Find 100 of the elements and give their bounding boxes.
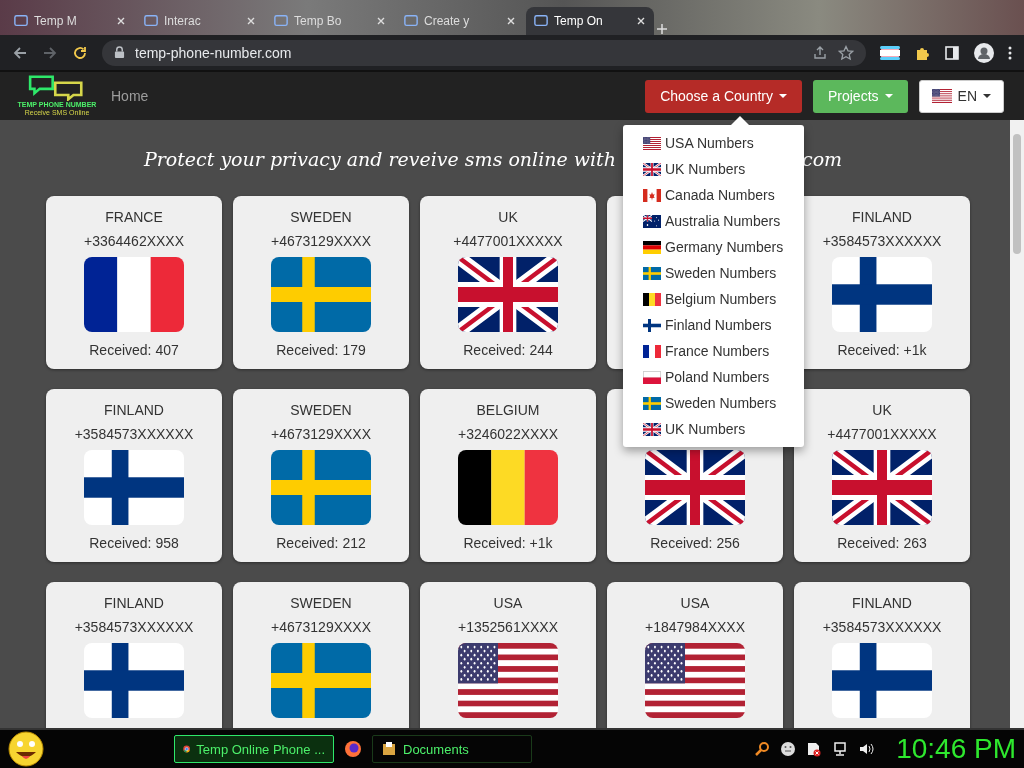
start-button-icon[interactable]	[8, 731, 44, 767]
close-icon[interactable]	[116, 16, 126, 26]
number-card[interactable]: SWEDEN +4673129XXXX	[233, 582, 409, 728]
country-name: UK	[872, 401, 892, 420]
country-name: FINLAND	[104, 594, 164, 613]
flag-icon	[643, 240, 661, 254]
new-tab-icon[interactable]	[656, 23, 668, 35]
received-count: Received: +1k	[837, 341, 927, 360]
country-name: SWEDEN	[290, 208, 352, 227]
back-icon[interactable]	[12, 44, 28, 61]
country-name: USA	[680, 594, 710, 613]
headline-text: com	[802, 148, 843, 170]
search-icon[interactable]	[754, 741, 771, 757]
country-name: BELGIUM	[476, 401, 540, 420]
country-name: SWEDEN	[290, 594, 352, 613]
country-name: SWEDEN	[290, 401, 352, 420]
browser-tab[interactable]: Create y	[396, 7, 524, 35]
clock-text: 10:46 PM	[896, 733, 1016, 765]
phone-number: +4673129XXXX	[271, 232, 371, 251]
flag-icon	[643, 162, 661, 176]
country-name: USA	[493, 594, 523, 613]
close-icon[interactable]	[636, 16, 646, 26]
caret-icon	[983, 94, 991, 98]
phone-number: +4477001XXXXX	[453, 232, 563, 251]
tab-favicon-icon	[14, 14, 28, 28]
tab-favicon-icon	[534, 14, 548, 28]
country-name: FINLAND	[104, 401, 164, 420]
country-name: FINLAND	[852, 594, 912, 613]
country-name: FINLAND	[852, 208, 912, 227]
flag-icon	[643, 136, 661, 150]
received-count: Received: 256	[650, 534, 740, 553]
headline-text: Protect your privacy and reveive sms online with	[142, 148, 616, 170]
received-count: Received: 244	[463, 341, 553, 360]
phone-number: +3364462XXXX	[84, 232, 184, 251]
scrollbar-thumb[interactable]	[1013, 134, 1021, 254]
address-bar[interactable]: temp-phone-number.com	[102, 39, 866, 66]
scrollbar[interactable]	[1010, 120, 1024, 728]
network-icon[interactable]	[832, 741, 849, 757]
number-card[interactable]: FINLAND +3584573XXXXXX Received: 958	[46, 389, 222, 562]
received-count: Received: 958	[89, 534, 179, 553]
number-card[interactable]: FINLAND +3584573XXXXXX	[46, 582, 222, 728]
country-name: UK	[498, 208, 518, 227]
flag-alert-icon[interactable]	[806, 741, 823, 757]
country-menu-item[interactable]: USA Numbers	[623, 130, 804, 156]
phone-number: +4673129XXXX	[271, 618, 371, 637]
flag-icon	[643, 292, 661, 306]
received-count: Received: 263	[837, 534, 927, 553]
phone-number: +3584573XXXXXX	[74, 618, 194, 637]
number-card[interactable]: USA +1352561XXXX	[420, 582, 596, 728]
tab-title: Create y	[424, 14, 471, 28]
choose-country-button[interactable]: Choose a Country	[645, 79, 802, 113]
tab-title: Interac	[164, 14, 202, 28]
home-link[interactable]: Home	[111, 88, 149, 104]
number-card[interactable]: SWEDEN +4673129XXXX Received: 179	[233, 196, 409, 369]
browser-tab[interactable]: Interac	[136, 7, 264, 35]
country-menu-item[interactable]: UK Numbers	[623, 156, 804, 182]
side-panel-icon[interactable]	[944, 44, 960, 61]
tab-title: Temp On	[554, 14, 604, 28]
browser-tab[interactable]: Temp On	[526, 7, 654, 35]
tab-title: Temp M	[34, 14, 78, 28]
caret-icon	[778, 94, 787, 98]
tab-favicon-icon	[144, 14, 158, 28]
flag-icon	[643, 370, 661, 384]
star-icon[interactable]	[838, 44, 854, 61]
lock-icon	[114, 46, 125, 59]
number-card[interactable]: FRANCE +3364462XXXX Received: 407	[46, 196, 222, 369]
number-card[interactable]: USA +1847984XXXX	[607, 582, 783, 728]
documents-icon	[381, 741, 397, 757]
number-card[interactable]: UK +4477001XXXXX Received: 263	[794, 389, 970, 562]
flag-icon	[643, 266, 661, 280]
firefox-icon[interactable]	[344, 740, 362, 758]
phone-number: +3584573XXXXXX	[822, 618, 942, 637]
number-card[interactable]: BELGIUM +3246022XXXX Received: +1k	[420, 389, 596, 562]
received-count: Received: 179	[276, 341, 366, 360]
menu-icon[interactable]	[1008, 44, 1012, 61]
profile-avatar-icon[interactable]	[974, 42, 994, 63]
flag-icon	[643, 188, 661, 202]
forward-icon[interactable]	[42, 44, 58, 61]
url-text: temp-phone-number.com	[135, 44, 293, 61]
number-card[interactable]: UK +4477001XXXXX Received: 244	[420, 196, 596, 369]
tab-favicon-icon	[274, 14, 288, 28]
phone-number: +1352561XXXX	[458, 618, 558, 637]
status-face-icon[interactable]	[780, 741, 797, 757]
extension-icon[interactable]	[880, 45, 900, 60]
phone-number: +3584573XXXXXX	[74, 425, 194, 444]
share-icon[interactable]	[812, 44, 828, 61]
flag-icon	[643, 344, 661, 358]
number-card[interactable]: SWEDEN +4673129XXXX Received: 212	[233, 389, 409, 562]
close-icon[interactable]	[506, 16, 516, 26]
volume-icon[interactable]	[858, 741, 875, 757]
language-button[interactable]: EN	[918, 79, 1004, 113]
country-name: FRANCE	[105, 208, 163, 227]
number-card[interactable]: FINLAND +3584573XXXXXX	[794, 582, 970, 728]
taskbar-button[interactable]: Temp Online Phone ...	[174, 735, 334, 763]
received-count: Received: 212	[276, 534, 366, 553]
phone-number: +4477001XXXXX	[827, 425, 937, 444]
browser-tab[interactable]: Temp M	[6, 7, 134, 35]
taskbar-button[interactable]: Documents	[372, 735, 532, 763]
reload-icon[interactable]	[72, 44, 88, 61]
flag-icon	[643, 318, 661, 332]
